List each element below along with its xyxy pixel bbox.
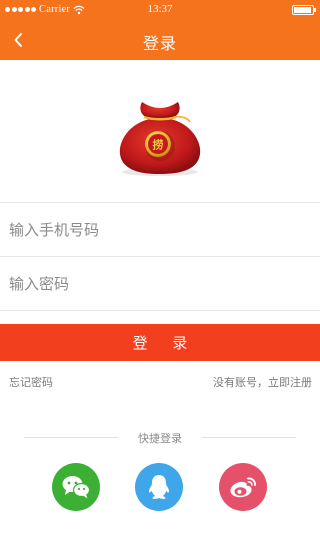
logo-glyph: 捞	[153, 138, 164, 152]
qq-icon	[148, 475, 170, 499]
app-logo: 捞	[108, 92, 212, 178]
forgot-password-link[interactable]: 忘记密码	[9, 374, 53, 390]
register-link[interactable]: 没有账号，立即注册	[213, 374, 312, 390]
money-bag-icon: 捞	[119, 102, 201, 176]
qq-login-button[interactable]	[135, 463, 183, 511]
quick-login-label: 快捷登录	[138, 432, 182, 445]
status-time: 13:37	[147, 3, 173, 15]
weibo-login-button[interactable]	[219, 463, 267, 511]
login-button[interactable]: 登 录	[0, 324, 320, 361]
phone-field[interactable]	[0, 202, 320, 256]
nav-bar: 登录	[0, 20, 320, 60]
battery-icon	[292, 5, 316, 15]
password-input[interactable]	[0, 257, 320, 310]
phone-input[interactable]	[0, 203, 320, 256]
page-title: 登录	[142, 34, 177, 53]
divider-right	[202, 437, 296, 438]
wechat-login-button[interactable]	[52, 463, 100, 511]
weibo-icon	[230, 477, 256, 498]
status-bar: Carrier 13:37	[0, 0, 320, 20]
wechat-icon	[62, 476, 91, 499]
password-field[interactable]	[0, 256, 320, 311]
